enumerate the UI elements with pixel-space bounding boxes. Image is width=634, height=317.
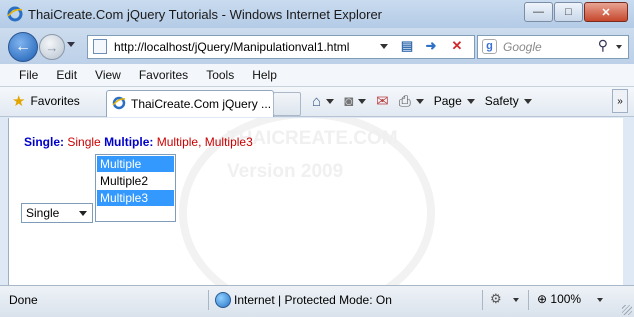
status-divider [208,290,209,310]
window-title: ThaiCreate.Com jQuery Tutorials - Window… [28,7,383,22]
maximize-button[interactable]: □ [554,2,583,22]
manage-addons-icon[interactable]: ⚙ [490,291,502,307]
watermark-version: Version 2009 [227,161,344,182]
favorites-label: Favorites [30,94,80,108]
print-dropdown-icon[interactable] [415,98,424,104]
multiple-select-list[interactable]: Multiple Multiple2 Multiple3 [95,154,176,222]
minimize-button[interactable]: — [524,2,553,22]
command-bar: ⌂ ◙ ✉ ⎙ Page Safety [312,91,542,111]
page-dropdown-icon [466,98,475,104]
resize-grip-icon[interactable] [622,305,632,315]
menu-file[interactable]: File [10,68,47,82]
forward-button[interactable]: → [39,34,65,60]
address-bar[interactable]: http://localhost/jQuery/Manipulationval1… [87,35,475,59]
security-zone-text[interactable]: Internet | Protected Mode: On [234,293,392,307]
zoom-magnifier-icon: ⊕ [537,292,548,306]
menu-edit[interactable]: Edit [47,68,86,82]
address-dropdown-icon[interactable] [380,44,388,49]
toolbar-overflow-chevron-icon[interactable]: » [612,89,628,113]
feeds-dropdown-icon[interactable] [358,98,367,104]
home-icon: ⌂ [312,92,322,110]
ie-logo-icon [7,6,23,22]
mail-icon: ✉ [376,93,389,110]
print-button[interactable]: ⎙ [399,93,424,110]
navigation-bar: ← → http://localhost/jQuery/Manipulation… [0,28,634,64]
read-mail-button[interactable]: ✉ [376,92,389,110]
status-divider [528,290,529,310]
single-select-value: Single [26,206,60,220]
tab-label: ThaiCreate.Com jQuery ... [131,97,272,111]
title-bar: ThaiCreate.Com jQuery Tutorials - Window… [0,0,634,28]
compatibility-view-icon[interactable]: ▤ [398,38,416,54]
forward-arrow-icon: → [45,39,59,55]
internet-zone-globe-icon [215,292,231,308]
home-dropdown-icon[interactable] [326,98,335,104]
search-options-dropdown-icon[interactable] [616,45,622,49]
feeds-button[interactable]: ◙ [344,92,367,110]
favorites-star-icon: ★ [12,93,26,110]
stop-icon[interactable]: ✕ [448,38,466,54]
multiple-label: Multiple: [104,135,154,149]
page-menu-button[interactable]: Page [434,94,475,108]
url-text[interactable]: http://localhost/jQuery/Manipulationval1… [114,40,349,54]
addons-dropdown-icon[interactable] [513,298,519,302]
multi-option[interactable]: Multiple [97,156,174,172]
new-tab-button[interactable] [273,92,301,116]
dropdown-arrow-icon [79,211,87,216]
google-icon: g [482,39,497,54]
back-button[interactable]: ← [8,32,38,62]
search-box[interactable]: g Google ⚲ [477,35,629,59]
printer-icon: ⎙ [398,92,411,110]
zoom-button[interactable]: ⊕ 100% [537,292,581,306]
browser-tab[interactable]: ThaiCreate.Com jQuery ... [106,90,274,117]
multi-option[interactable]: Multiple2 [97,173,174,189]
single-select-dropdown[interactable]: Single [21,203,93,223]
result-line: Single: Single Multiple: Multiple, Multi… [24,135,253,149]
zoom-dropdown-icon[interactable] [597,298,603,302]
status-bar: Done Internet | Protected Mode: On ⚙ ⊕ 1… [0,285,634,317]
refresh-go-icon[interactable]: ➜ [422,38,440,54]
recent-pages-dropdown[interactable] [67,42,75,47]
page-content: THAICREATE.COM Version 2009 Single: Sing… [8,118,623,285]
menu-view[interactable]: View [86,68,130,82]
back-arrow-icon: ← [15,38,31,55]
favorites-button[interactable]: ★ Favorites [12,92,80,110]
safety-menu-label: Safety [484,94,519,108]
menu-help[interactable]: Help [243,68,286,82]
single-label: Single: [24,135,65,149]
single-value: Single [67,135,101,149]
search-icon[interactable]: ⚲ [598,37,608,54]
close-window-button[interactable]: ✕ [584,2,628,22]
status-divider [482,290,483,310]
home-button[interactable]: ⌂ [312,92,335,110]
safety-dropdown-icon [523,98,532,104]
menu-tools[interactable]: Tools [197,68,243,82]
safety-menu-button[interactable]: Safety [485,94,532,108]
rss-feed-icon: ◙ [344,92,354,110]
page-menu-label: Page [433,94,462,108]
favorites-bar: ★ Favorites ThaiCreate.Com jQuery ... ⌂ … [0,87,634,117]
multi-option[interactable]: Multiple3 [97,190,174,206]
status-text: Done [9,293,38,307]
search-placeholder[interactable]: Google [503,40,542,54]
page-icon [93,39,107,54]
multiple-value: Multiple, Multiple3 [156,135,253,149]
ie-page-icon [112,96,126,110]
menu-favorites[interactable]: Favorites [130,68,197,82]
menu-bar: File Edit View Favorites Tools Help [0,64,634,87]
zoom-level: 100% [550,292,582,306]
